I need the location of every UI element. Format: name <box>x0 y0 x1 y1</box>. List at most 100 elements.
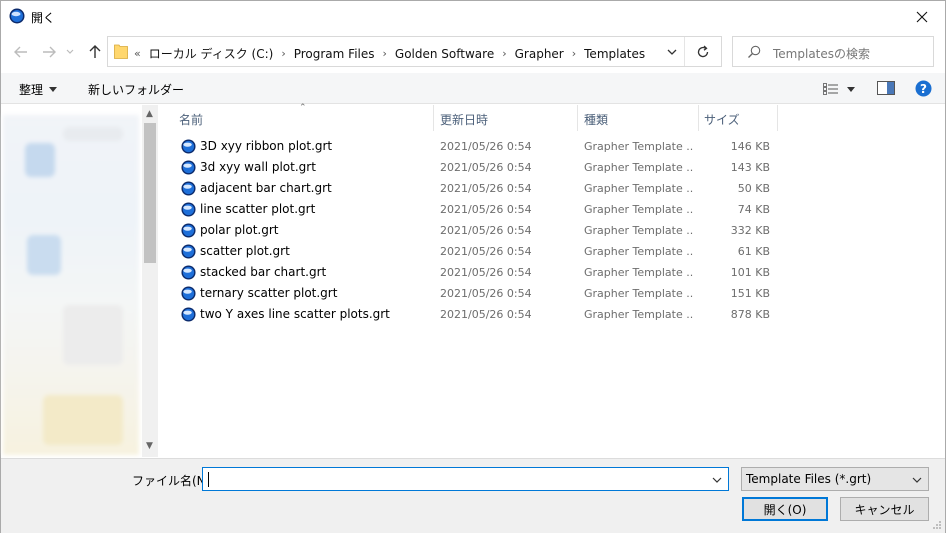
up-button[interactable] <box>85 42 105 62</box>
close-button[interactable] <box>899 1 945 32</box>
breadcrumb: « ローカル ディスク (C:) › Program Files › Golde… <box>134 45 645 62</box>
navigation-pane[interactable] <box>1 105 160 457</box>
column-divider[interactable] <box>577 105 578 131</box>
breadcrumb-item-program-files[interactable]: Program Files <box>294 47 375 61</box>
address-history-chevron-icon[interactable] <box>665 45 679 59</box>
svg-text:?: ? <box>920 82 927 96</box>
file-type: Grapher Template ... <box>584 287 694 300</box>
file-row[interactable]: line scatter plot.grt 2021/05/26 0:54 Grap… <box>179 199 779 220</box>
breadcrumb-separator-icon[interactable]: › <box>383 47 387 60</box>
file-name: ternary scatter plot.grt <box>200 286 338 300</box>
open-button[interactable]: 開く(O) <box>742 497 828 521</box>
breadcrumb-item-local-disk[interactable]: ローカル ディスク (C:) <box>149 45 274 62</box>
file-row[interactable]: scatter plot.grt 2021/05/26 0:54 Grapher T… <box>179 241 779 262</box>
file-type: Grapher Template ... <box>584 182 694 195</box>
organize-button[interactable]: 整理 <box>19 81 58 98</box>
preview-pane-icon[interactable] <box>877 81 895 95</box>
breadcrumb-separator-icon[interactable]: › <box>281 47 285 60</box>
address-bar[interactable]: « ローカル ディスク (C:) › Program Files › Golde… <box>107 36 722 67</box>
scroll-up-icon[interactable]: ▲ <box>146 109 153 119</box>
file-name: 3D xyy ribbon plot.grt <box>200 139 333 153</box>
search-placeholder: Templatesの検索 <box>773 47 871 61</box>
file-date: 2021/05/26 0:54 <box>440 140 532 153</box>
cancel-button[interactable]: キャンセル <box>840 497 929 521</box>
breadcrumb-separator-icon[interactable]: › <box>502 47 506 60</box>
navigation-pane-blurred-content <box>3 115 139 455</box>
file-row[interactable]: 3D xyy ribbon plot.grt 2021/05/26 0:54 Gra… <box>179 136 779 157</box>
file-name: polar plot.grt <box>200 223 279 237</box>
breadcrumb-item-golden-software[interactable]: Golden Software <box>395 47 494 61</box>
file-size: 151 KB <box>730 287 770 300</box>
scroll-thumb[interactable] <box>144 123 156 263</box>
file-date: 2021/05/26 0:54 <box>440 161 532 174</box>
file-date: 2021/05/26 0:54 <box>440 224 532 237</box>
filename-input[interactable] <box>202 467 729 491</box>
chevron-down-icon <box>66 49 74 54</box>
column-header-date[interactable]: 更新日時 <box>440 111 488 128</box>
column-divider[interactable] <box>698 105 699 131</box>
file-size: 332 KB <box>730 224 770 237</box>
column-header-name[interactable]: 名前 <box>179 111 203 128</box>
file-size: 74 KB <box>737 203 770 216</box>
sort-ascending-icon: ⌃ <box>299 103 307 113</box>
breadcrumb-item-templates[interactable]: Templates <box>584 47 645 61</box>
open-file-dialog: 開く « ローカル ディスク (C:) › Program Files › Go… <box>0 0 946 533</box>
file-date: 2021/05/26 0:54 <box>440 245 532 258</box>
file-type-selected: Template Files (*.grt) <box>746 472 872 486</box>
file-row[interactable]: stacked bar chart.grt 2021/05/26 0:54 Grap… <box>179 262 779 283</box>
file-type: Grapher Template ... <box>584 161 694 174</box>
file-row[interactable]: two Y axes line scatter plots.grt 2021/05… <box>179 304 779 325</box>
file-date: 2021/05/26 0:54 <box>440 266 532 279</box>
file-row[interactable]: ternary scatter plot.grt 2021/05/26 0:54 G… <box>179 283 779 304</box>
file-type: Grapher Template ... <box>584 203 694 216</box>
up-arrow-icon <box>89 45 101 58</box>
column-header-row: ⌃ 名前 更新日時 種類 サイズ <box>161 103 945 131</box>
file-name: stacked bar chart.grt <box>200 265 327 279</box>
file-type: Grapher Template ... <box>584 224 694 237</box>
forward-button[interactable] <box>39 42 59 62</box>
file-date: 2021/05/26 0:54 <box>440 308 532 321</box>
column-header-size[interactable]: サイズ <box>704 111 740 128</box>
breadcrumb-overflow[interactable]: « <box>134 47 141 60</box>
forward-arrow-icon <box>43 46 56 58</box>
file-type: Grapher Template ... <box>584 140 694 153</box>
column-divider[interactable] <box>777 105 778 131</box>
recent-locations-button[interactable] <box>63 42 77 62</box>
file-row[interactable]: adjacent bar chart.grt 2021/05/26 0:54 Gra… <box>179 178 779 199</box>
grapher-template-file-icon <box>181 244 196 259</box>
file-type-select[interactable]: Template Files (*.grt) <box>741 467 929 491</box>
change-view-button[interactable] <box>823 82 863 96</box>
text-caret <box>208 472 209 487</box>
breadcrumb-separator-icon[interactable]: › <box>572 47 576 60</box>
column-header-type[interactable]: 種類 <box>584 111 608 128</box>
file-date: 2021/05/26 0:54 <box>440 203 532 216</box>
new-folder-button[interactable]: 新しいフォルダー <box>88 81 184 98</box>
refresh-icon[interactable] <box>694 43 712 61</box>
file-name: scatter plot.grt <box>200 244 290 258</box>
back-button[interactable] <box>11 42 31 62</box>
file-list[interactable]: ⌃ 名前 更新日時 種類 サイズ 3D xyy ribbon plot.grt 2… <box>161 103 945 457</box>
column-divider[interactable] <box>433 105 434 131</box>
file-name: two Y axes line scatter plots.grt <box>200 307 390 321</box>
grapher-template-file-icon <box>181 160 196 175</box>
address-divider <box>684 37 685 66</box>
file-row[interactable]: polar plot.grt 2021/05/26 0:54 Grapher Tem… <box>179 220 779 241</box>
scroll-down-icon[interactable]: ▼ <box>146 441 153 451</box>
title-bar: 開く <box>1 1 945 32</box>
file-size: 101 KB <box>730 266 770 279</box>
file-size: 61 KB <box>737 245 770 258</box>
help-icon[interactable]: ? <box>915 80 932 97</box>
resize-grip-icon[interactable] <box>932 520 942 530</box>
chevron-down-icon <box>912 477 922 483</box>
navigation-pane-scrollbar[interactable]: ▲ ▼ <box>142 105 158 457</box>
breadcrumb-item-grapher[interactable]: Grapher <box>515 47 564 61</box>
close-icon <box>916 11 928 22</box>
grapher-template-file-icon <box>181 265 196 280</box>
file-date: 2021/05/26 0:54 <box>440 287 532 300</box>
grapher-template-file-icon <box>181 286 196 301</box>
search-box[interactable]: Templatesの検索 <box>732 36 934 67</box>
back-arrow-icon <box>14 46 27 58</box>
file-name: adjacent bar chart.grt <box>200 181 332 195</box>
file-row[interactable]: 3d xyy wall plot.grt 2021/05/26 0:54 Graph… <box>179 157 779 178</box>
chevron-down-icon[interactable] <box>711 474 723 486</box>
